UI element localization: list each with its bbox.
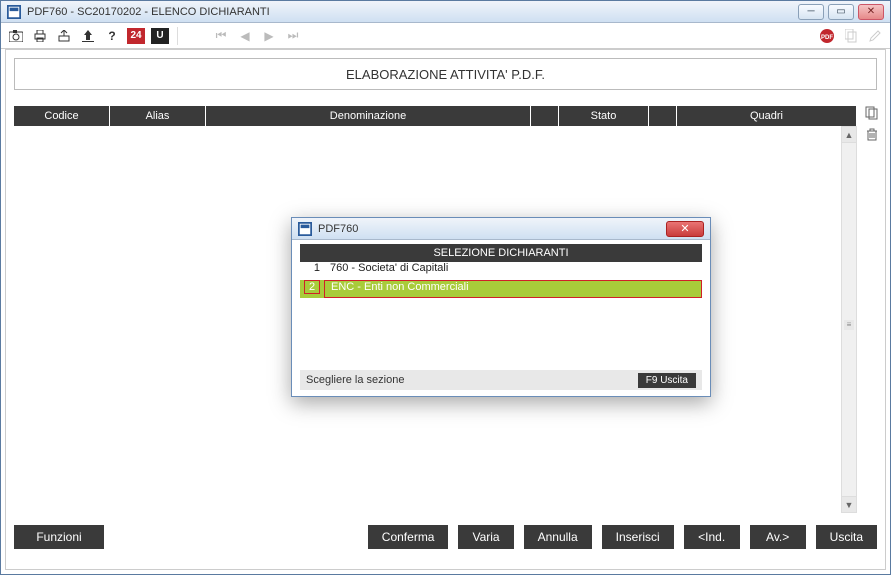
- badge-24-icon[interactable]: 24: [127, 28, 145, 44]
- dialog-footer-text: Scegliere la sezione: [306, 374, 404, 386]
- nav-next-icon[interactable]: ▶: [260, 27, 278, 45]
- dialog-title: PDF760: [318, 223, 358, 235]
- delete-row-icon[interactable]: [865, 127, 879, 144]
- close-button[interactable]: ✕: [858, 4, 884, 20]
- app-icon: [7, 5, 21, 19]
- selection-dialog: PDF760 ✕ SELEZIONE DICHIARANTI 1 760 - S…: [291, 217, 711, 397]
- dialog-option-row-selected[interactable]: 2 ENC - Enti non Commerciali: [300, 280, 702, 298]
- page-title: ELABORAZIONE ATTIVITA' P.D.F.: [14, 58, 877, 90]
- export-icon[interactable]: [55, 27, 73, 45]
- dialog-close-button[interactable]: ✕: [666, 221, 704, 237]
- copy-row-icon[interactable]: [865, 106, 879, 123]
- col-denominazione[interactable]: Denominazione: [206, 106, 531, 126]
- option-text: ENC - Enti non Commerciali: [324, 280, 702, 298]
- annulla-button[interactable]: Annulla: [524, 525, 592, 549]
- window-title: PDF760 - SC20170202 - ELENCO DICHIARANTI: [27, 6, 270, 18]
- funzioni-button[interactable]: Funzioni: [14, 525, 104, 549]
- dialog-option-list: 1 760 - Societa' di Capitali 2 ENC - Ent…: [300, 262, 702, 298]
- option-text: 760 - Societa' di Capitali: [324, 262, 702, 280]
- col-spacer: [531, 106, 559, 126]
- dialog-list-header: SELEZIONE DICHIARANTI: [300, 244, 702, 262]
- dialog-titlebar: PDF760 ✕: [292, 218, 710, 240]
- uscita-button[interactable]: Uscita: [816, 525, 877, 549]
- vertical-scrollbar[interactable]: ▲ ≡ ▼: [841, 126, 857, 513]
- toolbar-separator: [177, 27, 178, 45]
- col-quadri[interactable]: Quadri: [677, 106, 857, 126]
- inserisci-button[interactable]: Inserisci: [602, 525, 674, 549]
- app-window: PDF760 - SC20170202 - ELENCO DICHIARANTI…: [0, 0, 891, 575]
- grid-header-row: Codice Alias Denominazione Stato Quadri: [14, 106, 857, 126]
- dialog-option-row[interactable]: 1 760 - Societa' di Capitali: [300, 262, 702, 280]
- scroll-down-icon[interactable]: ▼: [842, 496, 856, 512]
- minimize-button[interactable]: ─: [798, 4, 824, 20]
- col-stato[interactable]: Stato: [559, 106, 649, 126]
- dialog-body: SELEZIONE DICHIARANTI 1 760 - Societa' d…: [292, 240, 710, 302]
- dialog-app-icon: [298, 222, 312, 236]
- col-codice[interactable]: Codice: [14, 106, 110, 126]
- dialog-footer: Scegliere la sezione F9 Uscita: [300, 370, 702, 390]
- pdf-icon[interactable]: PDF: [818, 27, 836, 45]
- help-icon[interactable]: ?: [103, 27, 121, 45]
- conferma-button[interactable]: Conferma: [368, 525, 449, 549]
- svg-text:PDF: PDF: [821, 35, 833, 41]
- copy-icon[interactable]: [842, 27, 860, 45]
- print-icon[interactable]: [31, 27, 49, 45]
- window-titlebar: PDF760 - SC20170202 - ELENCO DICHIARANTI…: [1, 1, 890, 23]
- maximize-button[interactable]: ▭: [828, 4, 854, 20]
- col-alias[interactable]: Alias: [110, 106, 206, 126]
- toolbar: ? 24 U ⏮ ◀ ▶ ⏭ PDF: [1, 23, 890, 49]
- dialog-f9-exit-button[interactable]: F9 Uscita: [638, 373, 696, 388]
- scroll-up-icon[interactable]: ▲: [842, 127, 856, 143]
- badge-u-icon[interactable]: U: [151, 28, 169, 44]
- col-spacer: [649, 106, 677, 126]
- window-controls: ─ ▭ ✕: [798, 4, 884, 20]
- ind-button[interactable]: <Ind.: [684, 525, 740, 549]
- option-number: 2: [300, 280, 324, 298]
- camera-icon[interactable]: [7, 27, 25, 45]
- varia-button[interactable]: Varia: [458, 525, 513, 549]
- upload-icon[interactable]: [79, 27, 97, 45]
- nav-prev-icon[interactable]: ◀: [236, 27, 254, 45]
- scroll-thumb[interactable]: ≡: [844, 320, 854, 330]
- av-button[interactable]: Av.>: [750, 525, 806, 549]
- edit-icon[interactable]: [866, 27, 884, 45]
- nav-last-icon[interactable]: ⏭: [284, 27, 302, 45]
- side-action-icons: [865, 106, 879, 144]
- bottom-button-bar: Funzioni Conferma Varia Annulla Inserisc…: [14, 525, 877, 549]
- option-number: 1: [300, 262, 324, 280]
- nav-first-icon[interactable]: ⏮: [212, 27, 230, 45]
